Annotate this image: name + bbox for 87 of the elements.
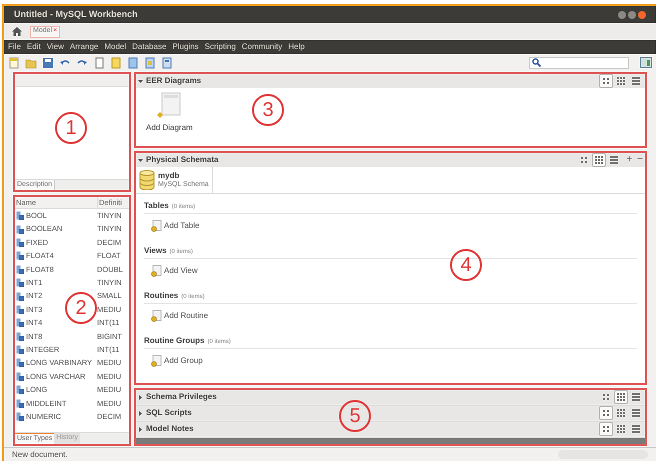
document-icon[interactable] bbox=[161, 56, 173, 68]
data-type-icon bbox=[16, 332, 24, 341]
menu-item[interactable]: View bbox=[46, 41, 64, 53]
menu-item[interactable]: Scripting bbox=[204, 41, 236, 53]
data-type-icon bbox=[16, 412, 24, 422]
section-title[interactable]: Physical Schemata bbox=[146, 154, 218, 166]
add-object-label[interactable]: Add Table bbox=[164, 220, 200, 232]
data-type-icon bbox=[16, 318, 24, 328]
group-title: Views bbox=[144, 245, 167, 257]
data-type-icon bbox=[16, 398, 24, 408]
data-type-icon bbox=[16, 292, 24, 301]
small-icons-view-icon[interactable] bbox=[614, 406, 628, 420]
menu-item[interactable]: File bbox=[8, 41, 21, 53]
add-diagram-label[interactable]: Add Diagram bbox=[146, 122, 193, 134]
group-title: Routine Groups bbox=[144, 335, 204, 347]
panel-toggle-icon[interactable] bbox=[640, 57, 652, 68]
list-view-icon[interactable] bbox=[629, 406, 643, 420]
minimize-button[interactable] bbox=[618, 10, 626, 18]
expand-arrow-icon[interactable] bbox=[138, 426, 143, 432]
database-icon bbox=[139, 170, 155, 190]
data-type-icon bbox=[16, 251, 24, 260]
small-icons-view-icon[interactable] bbox=[614, 74, 628, 88]
close-button[interactable] bbox=[638, 10, 646, 18]
add-object-icon bbox=[151, 310, 162, 322]
large-icons-view-icon[interactable] bbox=[599, 74, 613, 88]
menu-item[interactable]: Plugins bbox=[172, 41, 199, 53]
section-title[interactable]: Schema Privileges bbox=[146, 391, 217, 403]
data-type-icon bbox=[16, 385, 24, 394]
group-title: Routines bbox=[144, 290, 178, 302]
add-object-icon bbox=[151, 220, 162, 232]
menu-item[interactable]: Edit bbox=[26, 41, 41, 53]
collapse-arrow-icon[interactable] bbox=[138, 158, 143, 162]
menu-item[interactable]: Arrange bbox=[70, 41, 98, 53]
callout-number: 3 bbox=[252, 94, 284, 126]
group-title: Tables bbox=[144, 200, 169, 212]
callout-number: 5 bbox=[339, 400, 371, 432]
list-view-icon[interactable] bbox=[629, 422, 643, 436]
add-object-icon bbox=[151, 355, 162, 367]
section-title[interactable]: Model Notes bbox=[146, 423, 194, 435]
data-type-icon bbox=[16, 304, 24, 314]
search-icon bbox=[532, 58, 541, 67]
menu-item[interactable]: Model bbox=[104, 41, 126, 53]
search-field[interactable] bbox=[529, 56, 629, 68]
list-view-icon[interactable] bbox=[629, 390, 643, 404]
open-folder-icon[interactable] bbox=[25, 56, 37, 68]
add-object-label[interactable]: Add Group bbox=[164, 355, 203, 367]
save-icon[interactable] bbox=[42, 56, 54, 68]
menu-item[interactable]: Database bbox=[132, 41, 166, 53]
large-icons-view-icon[interactable] bbox=[599, 422, 613, 436]
page-icon[interactable] bbox=[93, 56, 105, 68]
callout-number: 1 bbox=[55, 112, 87, 144]
data-type-icon bbox=[16, 211, 24, 220]
data-type-icon bbox=[16, 238, 24, 247]
callout-number: 4 bbox=[450, 249, 482, 281]
remove-button[interactable]: − bbox=[637, 155, 643, 165]
data-type-icon bbox=[16, 224, 24, 234]
section-title[interactable]: SQL Scripts bbox=[146, 407, 192, 419]
menu-item[interactable]: Help bbox=[288, 41, 305, 53]
add-button[interactable]: + bbox=[626, 155, 632, 165]
large-icons-view-icon[interactable] bbox=[599, 406, 613, 420]
window-title: Untitled - MySQL Workbench bbox=[14, 8, 138, 21]
small-icons-view-icon[interactable] bbox=[614, 422, 628, 436]
small-icons-view-icon[interactable] bbox=[592, 153, 606, 167]
note-icon[interactable] bbox=[110, 56, 122, 68]
data-type-icon bbox=[16, 345, 24, 354]
add-object-icon bbox=[151, 265, 162, 277]
data-type-icon bbox=[16, 358, 24, 368]
data-type-icon bbox=[16, 278, 24, 288]
add-object-label[interactable]: Add View bbox=[164, 265, 198, 277]
expand-arrow-icon[interactable] bbox=[138, 394, 143, 400]
small-icons-view-icon[interactable] bbox=[614, 390, 628, 404]
section-title[interactable]: EER Diagrams bbox=[146, 75, 202, 87]
document-icon[interactable] bbox=[144, 56, 156, 68]
schema-name: mydb bbox=[158, 172, 180, 181]
maximize-button[interactable] bbox=[628, 10, 636, 18]
expand-arrow-icon[interactable] bbox=[138, 410, 143, 416]
menu-item[interactable]: Community bbox=[242, 41, 282, 53]
list-view-icon[interactable] bbox=[629, 74, 643, 88]
status-text: New document. bbox=[12, 448, 68, 460]
data-type-icon bbox=[16, 372, 24, 381]
home-icon[interactable] bbox=[12, 27, 22, 36]
add-object-label[interactable]: Add Routine bbox=[164, 310, 208, 322]
new-document-icon[interactable] bbox=[8, 56, 20, 68]
document-icon[interactable] bbox=[127, 56, 139, 68]
callout-number: 2 bbox=[65, 292, 97, 324]
data-type-icon bbox=[16, 264, 24, 274]
collapse-arrow-icon[interactable] bbox=[138, 78, 143, 84]
